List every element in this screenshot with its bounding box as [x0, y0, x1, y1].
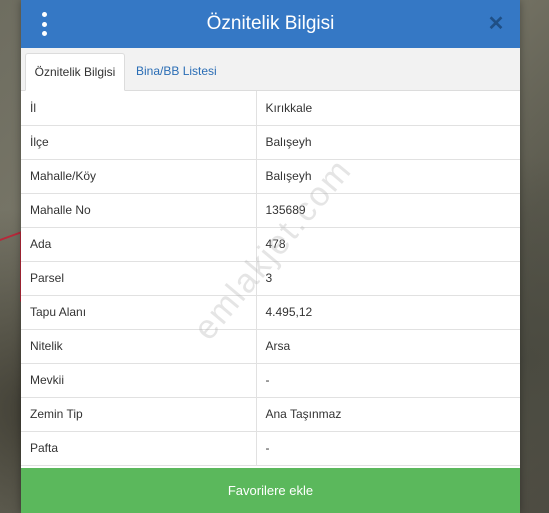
attribute-value: Arsa [256, 329, 520, 364]
attribute-value: 4.495,12 [256, 295, 520, 330]
tab-bar: Öznitelik Bilgisi Bina/BB Listesi [21, 48, 520, 91]
attribute-value: Ana Taşınmaz [256, 397, 520, 432]
attribute-value: 478 [256, 227, 520, 262]
attribute-key: Zemin Tip [21, 397, 257, 432]
map-parcel-outline [0, 230, 22, 310]
modal-title: Öznitelik Bilgisi [206, 13, 335, 34]
table-row: İl Kırıkkale [21, 91, 520, 126]
attribute-value: Balışeyh [256, 159, 520, 194]
add-to-favorites-button[interactable]: Favorilere ekle [21, 468, 520, 513]
table-row: İlçe Balışeyh [21, 125, 520, 160]
attribute-key: Mevkii [21, 363, 257, 398]
attribute-value: 135689 [256, 193, 520, 228]
attribute-key: İl [21, 91, 257, 126]
attribute-value: 3 [256, 261, 520, 296]
modal-header: Öznitelik Bilgisi ✕ [21, 0, 520, 48]
attribute-key: Mahalle No [21, 193, 257, 228]
table-row: Tapu Alanı 4.495,12 [21, 295, 520, 330]
attribute-value: Balışeyh [256, 125, 520, 160]
attribute-value: Kırıkkale [256, 91, 520, 126]
table-row: Parsel 3 [21, 261, 520, 296]
attribute-key: Parsel [21, 261, 257, 296]
attribute-info-modal: Öznitelik Bilgisi ✕ Öznitelik Bilgisi Bi… [21, 0, 520, 513]
table-row: Mahalle No 135689 [21, 193, 520, 228]
attribute-table: İl Kırıkkale İlçe Balışeyh Mahalle/Köy B… [21, 91, 520, 466]
attribute-key: İlçe [21, 125, 257, 160]
attribute-value: - [256, 431, 520, 466]
tab-attribute-info[interactable]: Öznitelik Bilgisi [25, 53, 125, 91]
table-row: Zemin Tip Ana Taşınmaz [21, 397, 520, 432]
attribute-value: - [256, 363, 520, 398]
table-row: Mahalle/Köy Balışeyh [21, 159, 520, 194]
attribute-key: Nitelik [21, 329, 257, 364]
vertical-dots-menu-icon[interactable] [33, 12, 55, 36]
attribute-key: Mahalle/Köy [21, 159, 257, 194]
table-row: Pafta - [21, 431, 520, 466]
attribute-key: Ada [21, 227, 257, 262]
tab-building-list[interactable]: Bina/BB Listesi [126, 53, 227, 91]
table-row: Nitelik Arsa [21, 329, 520, 364]
attribute-key: Pafta [21, 431, 257, 466]
attribute-key: Tapu Alanı [21, 295, 257, 330]
table-row: Ada 478 [21, 227, 520, 262]
table-row: Mevkii - [21, 363, 520, 398]
close-icon[interactable]: ✕ [484, 12, 508, 36]
